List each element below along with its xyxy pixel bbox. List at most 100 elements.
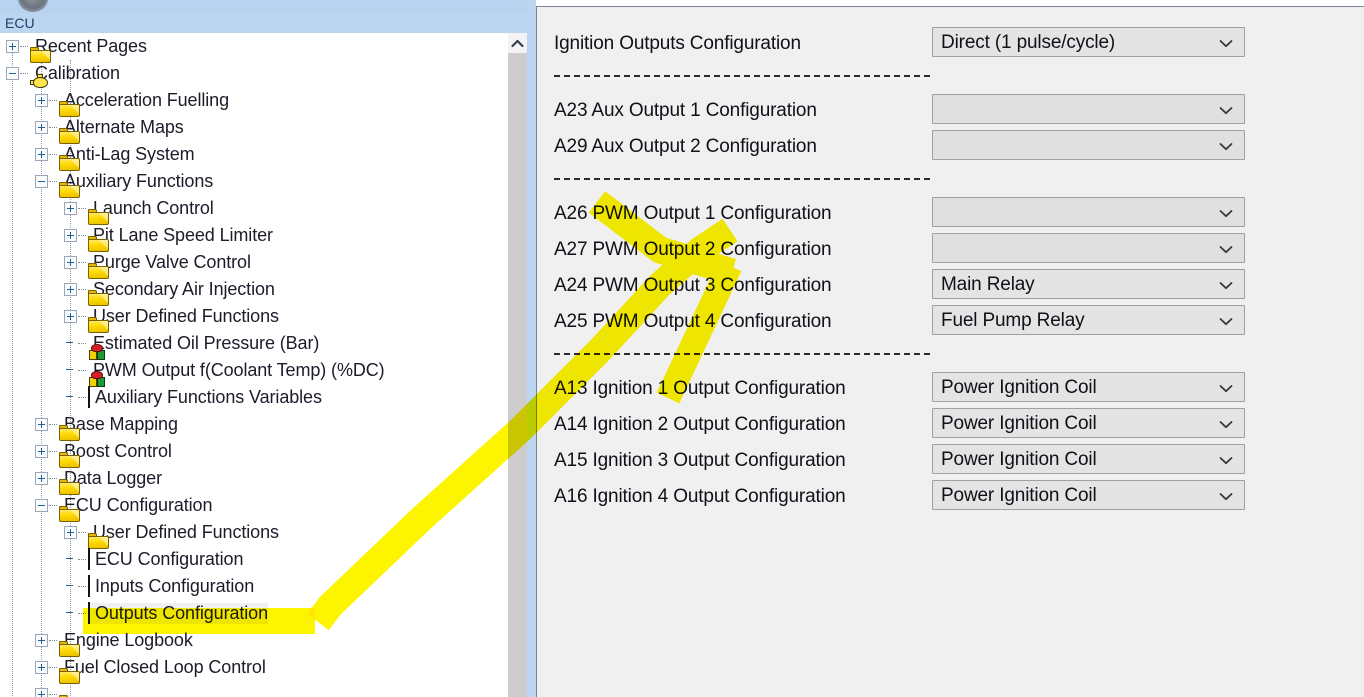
- tree-item[interactable]: Inputs Configuration: [0, 573, 508, 600]
- tree-item[interactable]: PWM Output f(Coolant Temp) (%DC): [0, 357, 508, 384]
- tree-item[interactable]: User Defined Functions: [0, 519, 508, 546]
- expand-plus-icon[interactable]: [35, 418, 48, 431]
- tree-leaf-spacer: [64, 580, 77, 593]
- expand-plus-icon[interactable]: [6, 40, 19, 53]
- tree-item[interactable]: Recent Pages: [0, 33, 508, 60]
- expand-plus-icon[interactable]: [64, 202, 77, 215]
- expand-plus-icon[interactable]: [64, 256, 77, 269]
- config-field-label: A27 PWM Output 2 Configuration: [554, 239, 831, 261]
- chevron-down-icon[interactable]: [1216, 131, 1236, 161]
- tree-connector-line: [78, 586, 86, 587]
- tree-leaf-spacer: [64, 364, 77, 377]
- tree-connector-line: [49, 478, 57, 479]
- expand-plus-icon[interactable]: [64, 229, 77, 242]
- chevron-down-icon[interactable]: [1216, 95, 1236, 125]
- expand-plus-icon[interactable]: [35, 121, 48, 134]
- tree-item[interactable]: Launch Control: [0, 195, 508, 222]
- tree-item[interactable]: Estimated Oil Pressure (Bar): [0, 330, 508, 357]
- chevron-down-icon[interactable]: [1216, 28, 1236, 58]
- tree-item[interactable]: Purge Valve Control: [0, 249, 508, 276]
- tree-item[interactable]: [0, 681, 508, 697]
- tree-item-label: Estimated Oil Pressure (Bar): [88, 333, 319, 354]
- config-dropdown[interactable]: Power Ignition Coil: [932, 372, 1245, 402]
- config-dropdown-value: Main Relay: [941, 270, 1214, 300]
- config-dropdown[interactable]: [932, 197, 1245, 227]
- expand-plus-icon[interactable]: [64, 526, 77, 539]
- tree-item[interactable]: Base Mapping: [0, 411, 508, 438]
- chevron-down-icon[interactable]: [1216, 481, 1236, 511]
- tree-item[interactable]: Auxiliary Functions Variables: [0, 384, 508, 411]
- tree-item[interactable]: Calibration: [0, 60, 508, 87]
- app-window: ECU Recent PagesCalibration Acceleration …: [0, 0, 1364, 697]
- tree-item[interactable]: Alternate Maps: [0, 114, 508, 141]
- chevron-down-icon[interactable]: [1216, 306, 1236, 336]
- tree-item-label: Acceleration Fuelling: [59, 90, 229, 111]
- chevron-down-icon[interactable]: [1216, 234, 1236, 264]
- tree-vertical-scrollbar[interactable]: [508, 33, 527, 697]
- chevron-down-icon[interactable]: [1216, 373, 1236, 403]
- tree-leaf-spacer: [64, 391, 77, 404]
- app-orb-icon: [18, 0, 48, 12]
- tree-item[interactable]: Pit Lane Speed Limiter: [0, 222, 508, 249]
- config-dropdown[interactable]: Power Ignition Coil: [932, 480, 1245, 510]
- scroll-up-arrow-icon[interactable]: [508, 33, 527, 53]
- config-field-row: A15 Ignition 3 Output ConfigurationPower…: [537, 444, 1364, 480]
- collapse-minus-icon[interactable]: [35, 499, 48, 512]
- config-field-row: A16 Ignition 4 Output ConfigurationPower…: [537, 480, 1364, 516]
- expand-plus-icon[interactable]: [35, 688, 48, 697]
- config-dropdown[interactable]: [932, 233, 1245, 263]
- tree-item[interactable]: User Defined Functions: [0, 303, 508, 330]
- config-field-label: A14 Ignition 2 Output Configuration: [554, 414, 846, 436]
- config-dropdown[interactable]: [932, 130, 1245, 160]
- tree-item[interactable]: Anti-Lag System: [0, 141, 508, 168]
- chevron-down-icon[interactable]: [1216, 409, 1236, 439]
- tree-item[interactable]: Secondary Air Injection: [0, 276, 508, 303]
- tree-connector-line: [78, 343, 86, 344]
- chevron-down-icon[interactable]: [1216, 445, 1236, 475]
- config-dropdown[interactable]: [932, 94, 1245, 124]
- expand-plus-icon[interactable]: [35, 148, 48, 161]
- tree-pane-header: ECU: [0, 14, 531, 33]
- config-dropdown-value: [941, 131, 1214, 161]
- config-dropdown[interactable]: Fuel Pump Relay: [932, 305, 1245, 335]
- config-dropdown-value: Direct (1 pulse/cycle): [941, 28, 1214, 58]
- config-dropdown[interactable]: Power Ignition Coil: [932, 408, 1245, 438]
- tree-connector-line: [78, 235, 86, 236]
- tree-pane: ECU Recent PagesCalibration Acceleration …: [0, 0, 531, 697]
- table-grid-icon: [88, 549, 90, 570]
- tree-item[interactable]: Engine Logbook: [0, 627, 508, 654]
- expand-plus-icon[interactable]: [35, 472, 48, 485]
- config-dropdown[interactable]: Main Relay: [932, 269, 1245, 299]
- tree-item[interactable]: Data Logger: [0, 465, 508, 492]
- collapse-minus-icon[interactable]: [6, 67, 19, 80]
- tree-item[interactable]: Fuel Closed Loop Control: [0, 654, 508, 681]
- config-field-label: Ignition Outputs Configuration: [554, 33, 801, 55]
- chevron-down-icon[interactable]: [1216, 270, 1236, 300]
- tree-item-selected[interactable]: Outputs Configuration: [0, 600, 508, 627]
- tree-connector-line: [49, 505, 57, 506]
- expand-plus-icon[interactable]: [35, 661, 48, 674]
- config-dropdown-value: [941, 95, 1214, 125]
- expand-plus-icon[interactable]: [35, 634, 48, 647]
- expand-plus-icon[interactable]: [35, 445, 48, 458]
- config-field-row: A24 PWM Output 3 ConfigurationMain Relay: [537, 269, 1364, 305]
- expand-plus-icon[interactable]: [64, 310, 77, 323]
- tree-item[interactable]: ECU Configuration: [0, 492, 508, 519]
- config-dropdown[interactable]: Direct (1 pulse/cycle): [932, 27, 1245, 57]
- config-field-row: A14 Ignition 2 Output Configuration Power…: [537, 408, 1364, 444]
- expand-plus-icon[interactable]: [64, 283, 77, 296]
- config-field-label: A29 Aux Output 2 Configuration: [554, 136, 817, 158]
- tree-item-label: Fuel Closed Loop Control: [59, 657, 266, 678]
- tree-item[interactable]: ECU Configuration: [0, 546, 508, 573]
- collapse-minus-icon[interactable]: [35, 175, 48, 188]
- tree-item[interactable]: Auxiliary Functions: [0, 168, 508, 195]
- config-dropdown[interactable]: Power Ignition Coil: [932, 444, 1245, 474]
- tree-item[interactable]: Acceleration Fuelling: [0, 87, 508, 114]
- tree-scroll-area[interactable]: Recent PagesCalibration Acceleration Fuel…: [0, 33, 508, 697]
- scrollbar-thumb[interactable]: [508, 53, 527, 697]
- expand-plus-icon[interactable]: [35, 94, 48, 107]
- chevron-down-icon[interactable]: [1216, 198, 1236, 228]
- config-field-label: A13 Ignition 1 Output Configuration: [554, 378, 846, 400]
- tree-item[interactable]: Boost Control: [0, 438, 508, 465]
- pane-splitter[interactable]: [527, 0, 536, 697]
